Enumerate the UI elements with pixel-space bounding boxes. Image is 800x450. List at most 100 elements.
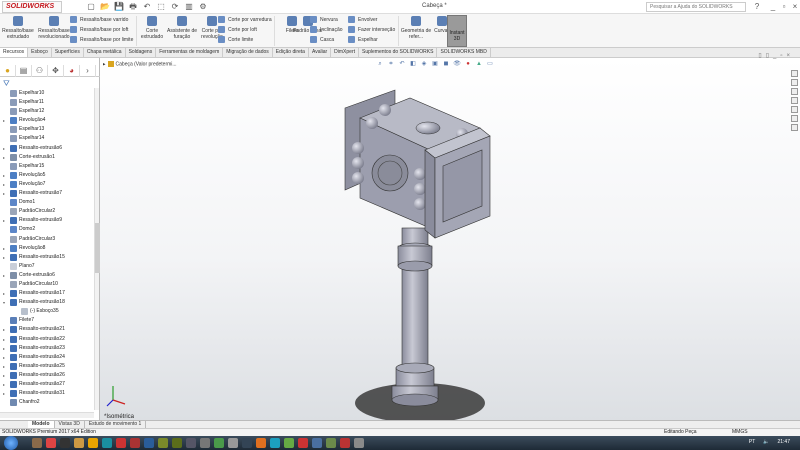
view-settings-icon[interactable]: ▭ xyxy=(486,61,494,68)
volume-icon[interactable]: 🔈 xyxy=(763,439,769,445)
instant-3d-button[interactable]: Instant 3D xyxy=(447,15,467,47)
ressalto-base-extrudado-button[interactable]: Ressalto/base extrudado xyxy=(2,16,34,40)
tree-item-ressalto-extrusao6[interactable]: ▸ Ressalto-extrusão6 xyxy=(0,144,93,153)
new-icon[interactable]: ▢ xyxy=(86,2,96,12)
document-window-controls[interactable]: ▯▯_▫× xyxy=(758,52,794,59)
tree-vertical-scrollbar[interactable] xyxy=(94,88,100,410)
expand-arrow-icon[interactable]: ▸ xyxy=(3,325,5,334)
tree-item-ressalto-extrusao18[interactable]: ▾ Ressalto-extrusão18 xyxy=(0,298,93,307)
file-explorer-icon[interactable] xyxy=(791,88,798,95)
expand-arrow-icon[interactable]: ▸ xyxy=(3,244,5,253)
ressalto-base-revolucionado-button[interactable]: Ressalto/base revolucionado xyxy=(38,16,70,40)
tree-item-ressalto-extrusao31[interactable]: ▸ Ressalto-extrusão31 xyxy=(0,389,93,398)
expand-arrow-icon[interactable]: ▸ xyxy=(3,344,5,353)
corte-extrudado-button[interactable]: Corte extrudado xyxy=(136,16,168,40)
taskbar-app-icon[interactable] xyxy=(88,438,98,448)
taskbar-app-icon[interactable] xyxy=(144,438,154,448)
solidworks-logo[interactable]: SOLIDWORKS xyxy=(2,1,62,13)
taskbar-app-icon[interactable] xyxy=(326,438,336,448)
hide-show-items-icon[interactable]: 👁 xyxy=(453,61,461,68)
taskbar-app-icon[interactable] xyxy=(200,438,210,448)
tab-avaliar[interactable]: Avaliar xyxy=(309,48,332,57)
restore-button[interactable]: ▫ xyxy=(779,2,789,12)
tree-item-esboco35[interactable]: (-) Esboço35 xyxy=(0,307,93,316)
expand-arrow-icon[interactable]: ▸ xyxy=(3,335,5,344)
assistente-de-furacao-button[interactable]: Assistente de furação xyxy=(166,16,198,40)
custom-properties-icon[interactable] xyxy=(791,115,798,122)
taskbar-app-icon[interactable] xyxy=(32,438,42,448)
help-search-input[interactable]: Pesquisar a Ajuda do SOLIDWORKS xyxy=(646,2,746,12)
expand-arrow-icon[interactable]: ▸ xyxy=(3,271,5,280)
ressalto-base-por-limite-button[interactable]: Ressalto/base por limite xyxy=(70,36,133,45)
tab-superficies[interactable]: Superfícies xyxy=(52,48,84,57)
bottom-tab-modelo[interactable]: Modelo xyxy=(28,421,55,428)
tree-item-espelhar11[interactable]: Espelhar11 xyxy=(0,98,93,107)
tree-item-ressalto-extrusao15[interactable]: ▸ Ressalto-extrusão15 xyxy=(0,253,93,262)
bottom-tab-estudo-de-movimento-1[interactable]: Estudo de movimento 1 xyxy=(85,421,147,428)
tree-item-revolucao5[interactable]: ▸ Revolução5 xyxy=(0,171,93,180)
expand-arrow-icon[interactable]: ▸ xyxy=(3,189,5,198)
tab-solidworks-mbd[interactable]: SOLIDWORKS MBD xyxy=(437,48,491,57)
section-view-icon[interactable]: ◧ xyxy=(409,61,417,68)
taskbar-app-icon[interactable] xyxy=(284,438,294,448)
tree-item-ressalto-extrusao23[interactable]: ▸ Ressalto-extrusão23 xyxy=(0,344,93,353)
taskbar-app-icon[interactable] xyxy=(340,438,350,448)
ressalto-base-por-loft-button[interactable]: Ressalto/base por loft xyxy=(70,26,128,35)
corte-por-varredura-button[interactable]: Corte por varredura xyxy=(218,16,272,25)
tab-suplementos-do-solidworks[interactable]: Suplementos do SOLIDWORKS xyxy=(359,48,438,57)
view-orientation-icon[interactable]: ▣ xyxy=(431,61,439,68)
tree-item-revolucao8[interactable]: ▸ Revolução8 xyxy=(0,244,93,253)
filter-icon[interactable]: ⛛ xyxy=(3,79,10,89)
fazer-intersecao-button[interactable]: Fazer interseção xyxy=(348,26,395,35)
envolver-button[interactable]: Envolver xyxy=(348,16,377,25)
zoom-area-icon[interactable]: ⌗ xyxy=(387,61,395,68)
open-icon[interactable]: 📂 xyxy=(100,2,110,12)
taskbar-app-icon[interactable] xyxy=(256,438,266,448)
select-icon[interactable]: ⬚ xyxy=(156,2,166,12)
tree-item-revolucao4[interactable]: ▸ Revolução4 xyxy=(0,116,93,125)
minimize-button[interactable]: _ xyxy=(768,2,778,12)
taskbar-app-icon[interactable] xyxy=(228,438,238,448)
tree-item-corte-extrusao6[interactable]: ▸ Corte-extrusão6 xyxy=(0,271,93,280)
design-library-icon[interactable] xyxy=(791,79,798,86)
taskbar-app-icon[interactable] xyxy=(158,438,168,448)
property-manager-tab-icon[interactable]: ▤ xyxy=(16,65,32,77)
options-icon[interactable]: ⚙ xyxy=(198,2,208,12)
tree-item-espelhar12[interactable]: Espelhar12 xyxy=(0,107,93,116)
expand-arrow-icon[interactable]: ▸ xyxy=(3,380,5,389)
print-icon[interactable]: 🖶 xyxy=(128,2,138,12)
bottom-tab-vistas-3d[interactable]: Vistas 3D xyxy=(55,421,85,428)
expand-arrow-icon[interactable]: ▸ xyxy=(3,153,5,162)
taskbar-app-icon[interactable] xyxy=(102,438,112,448)
configuration-manager-tab-icon[interactable]: ⚇ xyxy=(32,65,48,77)
ressalto-base-varrido-button[interactable]: Ressalto/base varrido xyxy=(70,16,128,25)
tab-recursos[interactable]: Recursos xyxy=(0,48,29,57)
tab-soldagens[interactable]: Soldagens xyxy=(126,48,157,57)
feature-manager-tab-icon[interactable]: ● xyxy=(0,65,16,77)
expand-arrow-icon[interactable]: ▸ xyxy=(3,389,5,398)
taskbar-app-icon[interactable] xyxy=(60,438,70,448)
taskbar-app-icon[interactable] xyxy=(312,438,322,448)
tab-migracao-de-dados[interactable]: Migração de dados xyxy=(223,48,273,57)
taskbar-app-icon[interactable] xyxy=(270,438,280,448)
save-icon[interactable]: 💾 xyxy=(114,2,124,12)
expand-arrow-icon[interactable]: ▸ xyxy=(3,253,5,262)
expand-arrow-icon[interactable]: ▸ xyxy=(3,353,5,362)
tree-item-espelhar10[interactable]: Espelhar10 xyxy=(0,89,93,98)
expand-arrow-icon[interactable]: ▸ xyxy=(3,289,5,298)
tree-item-ressalto-extrusao17[interactable]: ▸ Ressalto-extrusão17 xyxy=(0,289,93,298)
tree-item-chanfro2[interactable]: Chanfro2 xyxy=(0,398,93,407)
tree-item-ressalto-extrusao25[interactable]: ▸ Ressalto-extrusão25 xyxy=(0,362,93,371)
zoom-to-fit-icon[interactable]: ⌕ xyxy=(376,61,384,68)
help-icon[interactable]: ? xyxy=(752,2,762,12)
tree-item-ressalto-extrusao7[interactable]: ▸ Ressalto-extrusão7 xyxy=(0,189,93,198)
tree-item-espelhar14[interactable]: Espelhar14 xyxy=(0,134,93,143)
clock[interactable]: 21:47 xyxy=(777,439,790,445)
tab-ferramentas-de-moldagem[interactable]: Ferramentas de moldagem xyxy=(156,48,224,57)
espelhar-button[interactable]: Espelhar xyxy=(348,36,378,45)
language-indicator[interactable]: PT xyxy=(749,439,755,445)
expand-arrow-icon[interactable]: ▸ xyxy=(3,362,5,371)
tab-chapa-metalica[interactable]: Chapa metálica xyxy=(84,48,126,57)
nervura-button[interactable]: Nervura xyxy=(310,16,338,25)
rebuild-icon[interactable]: ⟳ xyxy=(170,2,180,12)
